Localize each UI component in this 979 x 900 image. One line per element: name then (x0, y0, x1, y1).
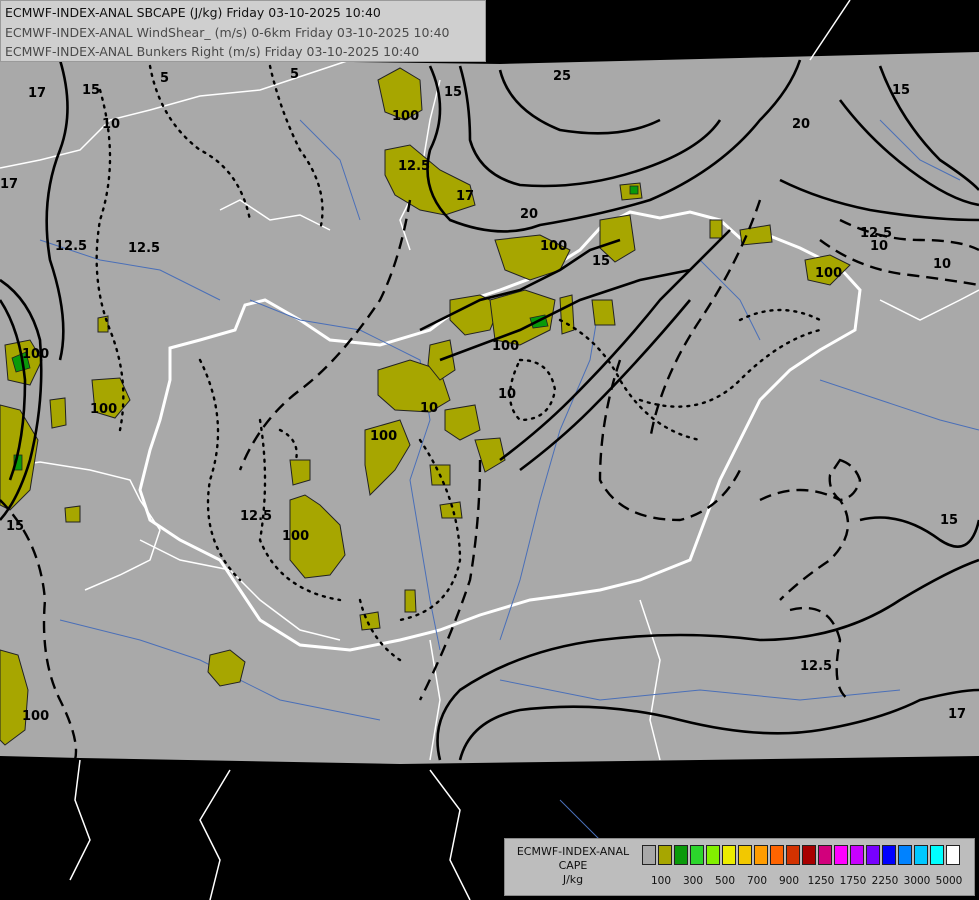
legend-swatch (834, 845, 848, 865)
contour-label: 25 (553, 69, 571, 84)
contour-label: 17 (456, 189, 474, 204)
legend-variable: CAPE (558, 859, 588, 872)
legend-swatches (642, 845, 962, 865)
contour-label: 12.5 (128, 241, 160, 256)
contour-label: 100 (492, 339, 519, 354)
contour-label: 15 (82, 83, 100, 98)
legend-swatch (946, 845, 960, 865)
legend-tick-label: 700 (746, 875, 768, 887)
contour-label: 15 (6, 519, 24, 534)
contour-label: 12.5 (240, 509, 272, 524)
contour-label: 17 (948, 707, 966, 722)
contour-label: 100 (540, 239, 567, 254)
legend-ticks: 100 300 500 700 900 1250 1750 2250 3000 5000 (635, 875, 975, 891)
contour-label: 17 (28, 86, 46, 101)
map-title-box: ECMWF-INDEX-ANAL SBCAPE (J/kg) Friday 03… (0, 0, 486, 62)
legend-swatch (706, 845, 720, 865)
contour-label: 5 (290, 67, 299, 82)
cape-area (404, 589, 417, 613)
legend-swatch (898, 845, 912, 865)
legend-tick-label: 2250 (871, 875, 899, 887)
cape-area (64, 505, 81, 523)
legend-swatch (642, 845, 656, 865)
contour-label: 100 (392, 109, 419, 124)
legend-swatch (754, 845, 768, 865)
contour-label: 15 (592, 254, 610, 269)
cape-area (709, 219, 723, 239)
contour-label: 17 (0, 177, 18, 192)
cape-area (359, 611, 381, 631)
legend-tick-label: 5000 (935, 875, 963, 887)
legend-swatch (738, 845, 752, 865)
legend-swatch (850, 845, 864, 865)
legend-unit: J/kg (562, 873, 584, 886)
cape-area-high (629, 185, 639, 195)
cape-area (49, 397, 67, 429)
contour-label: 100 (282, 529, 309, 544)
legend-swatch (770, 845, 784, 865)
weather-map: 100 100 100 100 100 100 100 100 100 15 1… (0, 0, 979, 900)
legend-swatch (786, 845, 800, 865)
title-line-cape: ECMWF-INDEX-ANAL SBCAPE (J/kg) Friday 03… (5, 5, 381, 20)
legend-swatch (930, 845, 944, 865)
contour-label: 100 (370, 429, 397, 444)
legend-tick-label: 300 (682, 875, 704, 887)
contour-label: 10 (933, 257, 951, 272)
contour-label: 100 (815, 266, 842, 281)
contour-label: 100 (90, 402, 117, 417)
contour-label: 12.5 (398, 159, 430, 174)
legend-swatch (802, 845, 816, 865)
contour-label: 12.5 (800, 659, 832, 674)
legend-swatch (914, 845, 928, 865)
legend-swatch (658, 845, 672, 865)
legend-tick-label: 1750 (839, 875, 867, 887)
contour-label: 100 (22, 347, 49, 362)
cape-area (559, 294, 575, 335)
contour-label: 15 (940, 513, 958, 528)
cape-area (591, 299, 616, 326)
legend-tick-label: 3000 (903, 875, 931, 887)
legend-source: ECMWF-INDEX-ANAL (516, 845, 630, 858)
legend-swatch (674, 845, 688, 865)
contour-label: 10 (498, 387, 516, 402)
contour-label: 20 (792, 117, 810, 132)
contour-label: 12.5 (55, 239, 87, 254)
contour-label: 10 (420, 401, 438, 416)
legend-swatch (866, 845, 880, 865)
cape-area (289, 459, 311, 486)
legend-swatch (818, 845, 832, 865)
contour-label: 5 (160, 71, 169, 86)
contour-label: 10 (102, 117, 120, 132)
contour-label: 20 (520, 207, 538, 222)
legend-tick-label: 100 (650, 875, 672, 887)
contour-label: 15 (444, 85, 462, 100)
legend-tick-label: 500 (714, 875, 736, 887)
title-line-bunkers: ECMWF-INDEX-ANAL Bunkers Right (m/s) Fri… (5, 44, 420, 59)
contour-label: 15 (892, 83, 910, 98)
legend-swatch (882, 845, 896, 865)
legend-label: ECMWF-INDEX-ANAL CAPE J/kg (509, 845, 637, 887)
cape-legend: ECMWF-INDEX-ANAL CAPE J/kg 100 300 500 700 9… (504, 838, 975, 896)
legend-tick-label: 1250 (807, 875, 835, 887)
title-line-windshear: ECMWF-INDEX-ANAL WindShear_ (m/s) 0-6km … (5, 24, 450, 40)
legend-tick-label: 900 (778, 875, 800, 887)
analysis-domain (0, 52, 979, 764)
legend-swatch (690, 845, 704, 865)
legend-swatch (722, 845, 736, 865)
contour-label: 100 (22, 709, 49, 724)
contour-label: 10 (870, 239, 888, 254)
